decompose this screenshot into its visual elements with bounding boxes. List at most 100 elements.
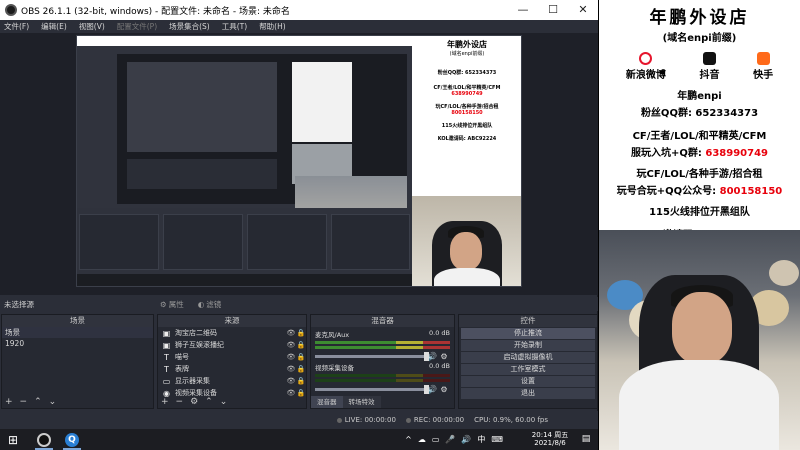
eye-icon[interactable]: 👁 [286, 353, 296, 361]
source-item[interactable]: ▣ 淘宝店二维码 👁 🔒 [158, 327, 306, 339]
source-item[interactable]: T 表牌 👁 🔒 [158, 363, 306, 375]
lock-icon[interactable]: 🔒 [296, 341, 306, 349]
source-item[interactable]: ▣ 狮子互娱滚播纪 👁 🔒 [158, 339, 306, 351]
add-icon[interactable]: + [161, 397, 169, 407]
windows-start-icon[interactable]: ⊞ [0, 429, 26, 450]
filters-button[interactable]: ◐ 滤镜 [198, 299, 222, 310]
move-down-icon[interactable]: ⌄ [220, 397, 228, 407]
recursive-shop-domain: (域名enpi前缀) [449, 51, 485, 57]
menu-help[interactable]: 帮助(H) [259, 21, 286, 32]
minimize-button[interactable]: — [508, 0, 538, 20]
source-item[interactable]: ▭ 显示器采集 👁 🔒 [158, 375, 306, 387]
volume-meter [315, 374, 450, 377]
cpu-status: CPU: 0.9%, 60.00 fps [474, 416, 548, 424]
move-down-icon[interactable]: ⌄ [49, 397, 57, 407]
recursive-line1: CF/王者/LOL/和平精英/CFM [433, 85, 501, 91]
rec-status: REC: 00:00:00 [405, 416, 464, 424]
tray-cloud-icon[interactable]: ☁ [418, 435, 426, 444]
recursive-line4: 800158150 [451, 110, 483, 116]
recursive-fans-qq: 粉丝QQ群: 652334373 [437, 70, 497, 76]
streamer-username: 年鹏enpi [677, 91, 722, 102]
gear-icon[interactable]: ⚙ [438, 352, 450, 361]
track-name: 视频采集设备 [315, 364, 354, 372]
lock-icon[interactable]: 🔒 [296, 353, 306, 361]
tray-chevron-icon[interactable]: ^ [405, 435, 412, 444]
scene-item[interactable]: 场景 [2, 327, 153, 338]
gear-icon[interactable]: ⚙ [438, 385, 450, 394]
menu-profile[interactable]: 配置文件(P) [117, 21, 157, 32]
lock-icon[interactable]: 🔒 [296, 365, 306, 373]
eye-icon[interactable]: 👁 [286, 377, 296, 385]
recursive-line2: 638990749 [451, 91, 483, 97]
preview-area[interactable]: 年鹏外设店 (域名enpi前缀) 粉丝QQ群: 652334373 CF/王者/… [0, 33, 598, 295]
tray-ime-icon[interactable]: 中 [477, 434, 485, 445]
menu-tools[interactable]: 工具(T) [222, 21, 247, 32]
text-icon: T [164, 352, 169, 362]
lock-icon[interactable]: 🔒 [296, 329, 306, 337]
maximize-button[interactable]: ☐ [538, 0, 568, 20]
social-weibo: 新浪微博 [626, 52, 666, 81]
controls-title: 控件 [459, 315, 597, 327]
tab-mixer[interactable]: 混音器 [311, 396, 343, 408]
webcam-feed [599, 230, 800, 450]
move-up-icon[interactable]: ⌃ [34, 397, 42, 407]
menu-view[interactable]: 视图(V) [79, 21, 105, 32]
menu-file[interactable]: 文件(F) [4, 21, 29, 32]
shop-title: 年鹏外设店 [649, 8, 750, 28]
recursive-line5: 115火线排位开黑组队 [441, 123, 493, 129]
taskbar-clock[interactable]: 20:14 周五 2021/8/6 [526, 431, 574, 447]
preview-canvas[interactable]: 年鹏外设店 (域名enpi前缀) 粉丝QQ群: 652334373 CF/王者/… [76, 35, 522, 287]
tray-keyboard-icon[interactable]: ⌨ [491, 435, 503, 444]
clock-date: 2021/8/6 [534, 439, 566, 447]
controls-dock: 控件 停止推流 开始录制 启动虚拟摄像机 工作室模式 设置 退出 [458, 314, 598, 409]
volume-slider[interactable] [315, 385, 429, 394]
clock-time: 20:14 周五 [531, 431, 569, 439]
tray-volume-icon[interactable]: 🔊 [461, 435, 471, 444]
settings-button[interactable]: 设置 [461, 376, 595, 387]
recursive-shop-title: 年鹏外设店 [447, 40, 487, 49]
menu-scene-collection[interactable]: 场景集合(S) [169, 21, 210, 32]
obs-icon [37, 432, 51, 447]
tray-microphone-icon[interactable]: 🎤 [445, 435, 455, 444]
volume-slider[interactable] [315, 352, 429, 361]
recursive-line3: 玩CF/LOL/各种手游/招合租 [435, 104, 499, 110]
exit-button[interactable]: 退出 [461, 388, 595, 399]
taskbar-qq-app[interactable]: Q [60, 429, 84, 450]
add-icon[interactable]: + [5, 397, 13, 407]
stream-overlay-panel: 年鹏外设店 (域名enpi前缀) 新浪微博 抖音 快手 年鹏enpi 粉丝QQ群… [599, 0, 800, 241]
remove-icon[interactable]: − [20, 397, 28, 407]
scene-item[interactable]: 1920 [2, 338, 153, 349]
system-tray: ^ ☁ ▭ 🎤 🔊 中 ⌨ [392, 429, 522, 450]
obs-window: OBS 26.1.1 (32-bit, windows) - 配置文件: 未命名… [0, 0, 598, 429]
volume-meter [315, 341, 450, 344]
eye-icon[interactable]: 👁 [286, 341, 296, 349]
eye-icon[interactable]: 👁 [286, 365, 296, 373]
rec-dot-icon [405, 417, 411, 423]
recursive-line6: KOL邀请码: ABC92224 [437, 136, 497, 142]
stop-streaming-button[interactable]: 停止推流 [461, 328, 595, 339]
start-virtual-camera-button[interactable]: 启动虚拟摄像机 [461, 352, 595, 363]
window-title: OBS 26.1.1 (32-bit, windows) - 配置文件: 未命名… [21, 6, 290, 17]
eye-icon[interactable]: 👁 [286, 329, 296, 337]
menu-edit[interactable]: 编辑(E) [41, 21, 67, 32]
lock-icon[interactable]: 🔒 [296, 377, 306, 385]
image-icon: ▣ [162, 328, 171, 338]
tray-battery-icon[interactable]: ▭ [432, 435, 440, 444]
sources-title: 来源 [158, 315, 306, 327]
taskbar-obs-app[interactable] [32, 429, 56, 450]
tab-transitions[interactable]: 转场特效 [342, 396, 381, 408]
move-up-icon[interactable]: ⌃ [205, 397, 213, 407]
sources-dock: 来源 ▣ 淘宝店二维码 👁 🔒 ▣ 狮子互娱滚播纪 👁 🔒 T 喵号 👁 🔒 T [157, 314, 307, 409]
person-shirt [619, 360, 779, 450]
source-item[interactable]: T 喵号 👁 🔒 [158, 351, 306, 363]
recursive-taskbar [77, 274, 412, 286]
studio-mode-button[interactable]: 工作室模式 [461, 364, 595, 375]
remove-icon[interactable]: − [176, 397, 184, 407]
properties-button[interactable]: ⚙ 属性 [160, 299, 184, 310]
start-recording-button[interactable]: 开始录制 [461, 340, 595, 351]
social-links: 新浪微博 抖音 快手 [599, 52, 800, 81]
gear-icon[interactable]: ⚙ [190, 397, 198, 407]
notification-icon[interactable]: ▤ [578, 429, 594, 450]
title-bar: OBS 26.1.1 (32-bit, windows) - 配置文件: 未命名… [0, 0, 598, 20]
close-button[interactable]: ✕ [568, 0, 598, 20]
